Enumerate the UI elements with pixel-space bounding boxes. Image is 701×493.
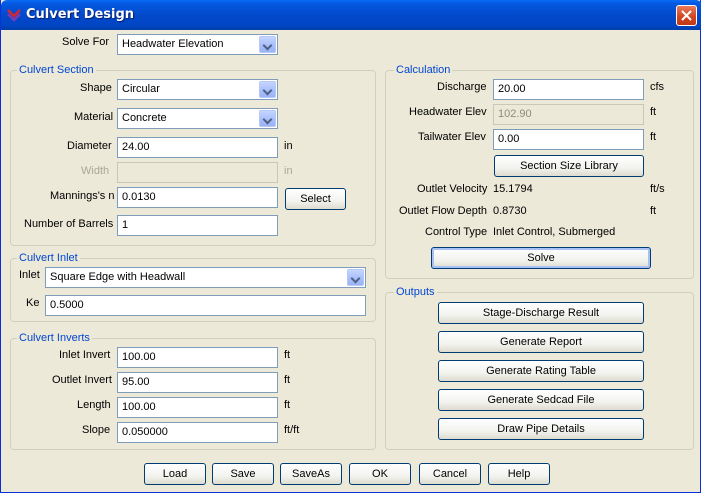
shape-select[interactable]: Circular: [117, 79, 278, 100]
ke-input[interactable]: 0.5000: [45, 295, 366, 316]
stage-discharge-result-button[interactable]: Stage-Discharge Result: [438, 302, 644, 324]
inlet-invert-input[interactable]: 100.00: [117, 347, 278, 368]
width-label: Width: [81, 165, 110, 177]
material-select[interactable]: Concrete: [117, 108, 278, 129]
chevron-down-icon[interactable]: [347, 269, 364, 286]
material-value: Concrete: [122, 112, 167, 124]
window-title: Culvert Design: [26, 7, 135, 22]
headwater-label: Headwater Elev: [409, 106, 487, 118]
diameter-label: Diameter: [67, 140, 112, 152]
solve-for-select[interactable]: Headwater Elevation: [117, 34, 278, 55]
generate-rating-table-button[interactable]: Generate Rating Table: [438, 360, 644, 382]
outlet-flow-depth-value: 0.8730: [493, 205, 527, 217]
outlet-velocity-unit: ft/s: [650, 183, 665, 195]
discharge-unit: cfs: [650, 81, 665, 93]
app-logo-icon: [7, 9, 21, 22]
draw-pipe-details-button[interactable]: Draw Pipe Details: [438, 418, 644, 440]
headwater-unit: ft: [650, 106, 657, 118]
control-type-value: Inlet Control, Submerged: [493, 226, 616, 238]
generate-sedcad-file-button[interactable]: Generate Sedcad File: [438, 389, 644, 411]
length-label: Length: [77, 399, 111, 411]
help-button[interactable]: Help: [488, 463, 550, 485]
slope-input[interactable]: 0.050000: [117, 422, 278, 443]
generate-report-button[interactable]: Generate Report: [438, 331, 644, 353]
outlet-invert-unit: ft: [284, 374, 291, 386]
inlet-label: Inlet: [19, 269, 40, 281]
mannings-label: Mannings's n: [50, 190, 115, 202]
outlet-invert-input[interactable]: 95.00: [117, 372, 278, 393]
chevron-down-icon[interactable]: [259, 36, 276, 53]
tailwater-input[interactable]: 0.00: [493, 129, 644, 150]
saveas-button[interactable]: SaveAs: [280, 463, 342, 485]
solve-button[interactable]: Solve: [431, 247, 651, 269]
culvert-design-window: Culvert Design Solve For Headwater Eleva…: [0, 0, 701, 493]
mannings-select-button[interactable]: Select: [285, 188, 346, 210]
shape-label: Shape: [80, 82, 112, 94]
diameter-unit: in: [284, 140, 293, 152]
slope-label: Slope: [82, 424, 111, 436]
save-button[interactable]: Save: [212, 463, 274, 485]
calculation-title: Calculation: [394, 64, 453, 76]
discharge-input[interactable]: 20.00: [493, 79, 644, 100]
section-size-library-button[interactable]: Section Size Library: [494, 155, 644, 177]
diameter-input[interactable]: 24.00: [117, 137, 278, 158]
headwater-input[interactable]: 102.90: [493, 104, 644, 125]
shape-value: Circular: [122, 83, 160, 95]
solve-for-value: Headwater Elevation: [122, 38, 224, 50]
solve-for-label: Solve For: [62, 36, 110, 48]
outputs-title: Outputs: [394, 286, 437, 298]
barrels-label: Number of Barrels: [24, 218, 114, 230]
discharge-label: Discharge: [437, 81, 487, 93]
close-icon: [681, 10, 692, 21]
culvert-inlet-title: Culvert Inlet: [17, 252, 80, 264]
outlet-invert-label: Outlet Invert: [52, 374, 112, 386]
load-button[interactable]: Load: [144, 463, 206, 485]
inlet-invert-label: Inlet Invert: [59, 349, 111, 361]
length-input[interactable]: 100.00: [117, 397, 278, 418]
mannings-input[interactable]: 0.0130: [117, 187, 278, 208]
outlet-velocity-value: 15.1794: [493, 183, 533, 195]
inlet-invert-unit: ft: [284, 349, 291, 361]
material-label: Material: [74, 111, 114, 123]
tailwater-unit: ft: [650, 131, 657, 143]
tailwater-label: Tailwater Elev: [418, 131, 486, 143]
inlet-select[interactable]: Square Edge with Headwall: [45, 267, 366, 288]
control-type-label: Control Type: [425, 226, 488, 238]
barrels-input[interactable]: 1: [117, 215, 278, 236]
length-unit: ft: [284, 399, 291, 411]
title-bar[interactable]: Culvert Design: [1, 0, 701, 30]
culvert-section-title: Culvert Section: [17, 64, 96, 76]
chevron-down-icon[interactable]: [259, 81, 276, 98]
width-unit: in: [284, 165, 293, 177]
culvert-inverts-title: Culvert Inverts: [17, 332, 92, 344]
chevron-down-icon[interactable]: [259, 110, 276, 127]
ok-button[interactable]: OK: [349, 463, 411, 485]
cancel-button[interactable]: Cancel: [419, 463, 481, 485]
ke-label: Ke: [26, 297, 40, 309]
slope-unit: ft/ft: [284, 424, 300, 436]
outlet-flow-depth-unit: ft: [650, 205, 657, 217]
outlet-flow-depth-label: Outlet Flow Depth: [399, 205, 488, 217]
width-input[interactable]: [117, 162, 278, 183]
inlet-value: Square Edge with Headwall: [50, 271, 186, 283]
outlet-velocity-label: Outlet Velocity: [417, 183, 488, 195]
close-button[interactable]: [676, 5, 697, 26]
